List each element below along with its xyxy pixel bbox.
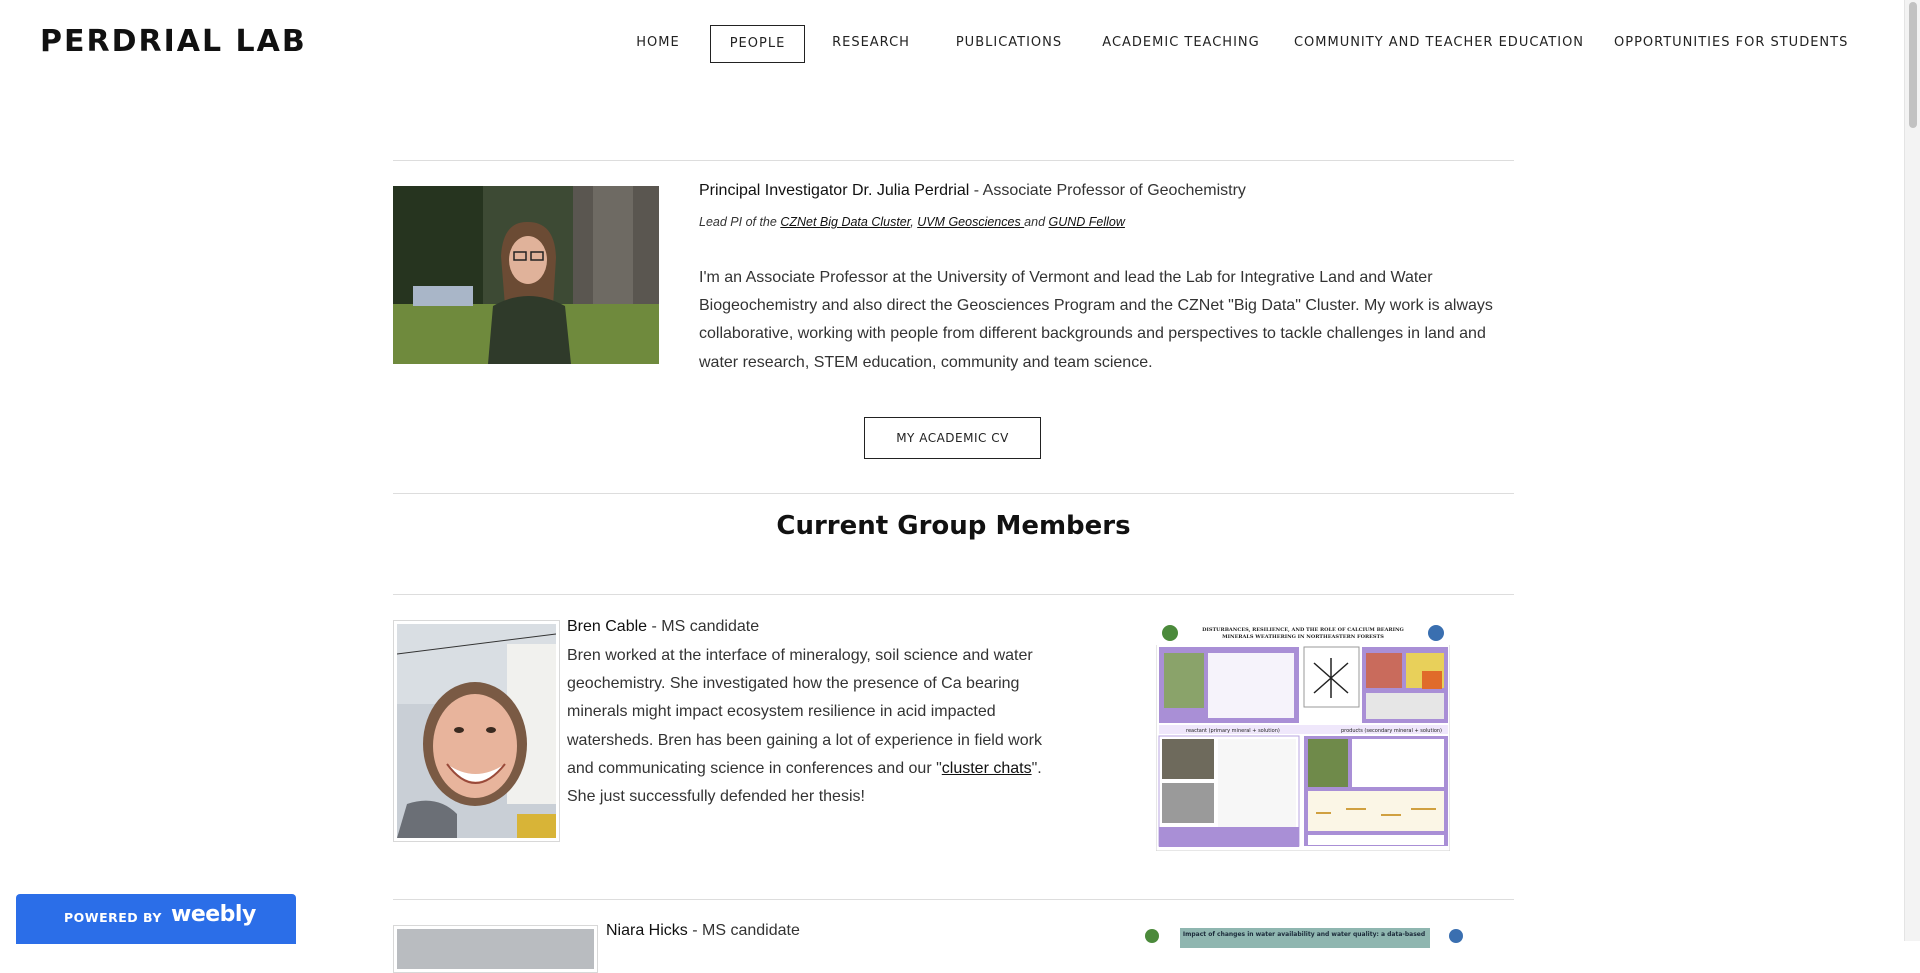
nav-research[interactable]: RESEARCH (821, 25, 921, 61)
member-photo (397, 929, 594, 969)
member-role: - MS candidate (647, 618, 760, 635)
section-title: Current Group Members (776, 511, 1131, 541)
poster-title-1: DISTURBANCES, RESILIENCE, AND THE ROLE O… (1202, 627, 1404, 633)
poster-image: Impact of changes in water availability … (1138, 928, 1470, 948)
site-header: PERDRIAL LAB HOME PEOPLE RESEARCH PUBLIC… (0, 0, 1905, 86)
academic-cv-button[interactable]: MY ACADEMIC CV (864, 417, 1041, 459)
nav-opportunities[interactable]: OPPORTUNITIES FOR STUDENTS (1614, 25, 1848, 61)
powered-by-weebly-badge[interactable]: POWERED BY weebly (16, 894, 296, 944)
separator: and (1024, 215, 1049, 229)
site-logo[interactable]: PERDRIAL LAB (40, 24, 307, 59)
divider (393, 493, 1514, 494)
poster-image: DISTURBANCES, RESILIENCE, AND THE ROLE O… (1156, 623, 1450, 851)
pi-name: Principal Investigator Dr. Julia Perdria… (699, 182, 970, 199)
poster-title-2: MINERALS WEATHERING IN NORTHEASTERN FORE… (1222, 634, 1384, 640)
powered-by-label: POWERED BY (64, 910, 162, 925)
research-poster[interactable]: Impact of changes in water availability … (1138, 928, 1470, 948)
pi-photo (393, 186, 659, 364)
nav-academic-teaching[interactable]: ACADEMIC TEACHING (1098, 25, 1264, 61)
link-gund-fellow[interactable]: GUND Fellow (1049, 215, 1125, 229)
scrollbar-thumb[interactable] (1909, 2, 1917, 128)
link-cluster-chats[interactable]: cluster chats (942, 760, 1032, 777)
pi-bio: I'm an Associate Professor at the Univer… (699, 269, 1493, 371)
weebly-logo: weebly (171, 902, 256, 927)
member-name: Bren Cable (567, 618, 648, 635)
member-role: - MS candidate (687, 922, 800, 939)
member-name: Niara Hicks (606, 922, 688, 939)
member-photo-image (397, 624, 556, 838)
divider (393, 899, 1514, 900)
research-poster[interactable]: DISTURBANCES, RESILIENCE, AND THE ROLE O… (1156, 623, 1450, 851)
pi-photo-image (393, 186, 659, 364)
member-photo-frame (393, 620, 560, 842)
member-heading: Bren Cable - MS candidate (567, 618, 759, 636)
divider (393, 160, 1514, 161)
member-photo-frame (393, 925, 598, 973)
nav-people[interactable]: PEOPLE (710, 25, 805, 63)
member-heading: Niara Hicks - MS candidate (606, 922, 800, 940)
nav-home[interactable]: HOME (620, 25, 696, 61)
link-cznet-cluster[interactable]: CZNet Big Data Cluster (780, 215, 910, 229)
nav-publications[interactable]: PUBLICATIONS (947, 25, 1071, 61)
divider (393, 594, 1514, 595)
member-bio: Bren worked at the interface of mineralo… (567, 642, 1065, 811)
pi-heading: Principal Investigator Dr. Julia Perdria… (699, 182, 1246, 200)
poster-title-1: Impact of changes in water availability … (1183, 931, 1425, 938)
pi-affiliations-prefix: Lead PI of the (699, 215, 781, 229)
pi-title: - Associate Professor of Geochemistry (969, 182, 1246, 199)
pi-affiliations: Lead PI of the CZNet Big Data Cluster, U… (699, 215, 1125, 229)
poster-products-label: products (secondary mineral + solution) (1341, 728, 1442, 734)
nav-community-teacher-education[interactable]: COMMUNITY AND TEACHER EDUCATION (1293, 25, 1585, 61)
member-photo-image (397, 929, 594, 969)
member-photo (397, 624, 556, 838)
page-scrollbar[interactable] (1904, 0, 1920, 941)
link-uvm-geosciences[interactable]: UVM Geosciences (917, 215, 1024, 229)
member-bio-text: Bren worked at the interface of mineralo… (567, 647, 1042, 777)
poster-reactant-label: reactant (primary mineral + solution) (1186, 728, 1280, 734)
